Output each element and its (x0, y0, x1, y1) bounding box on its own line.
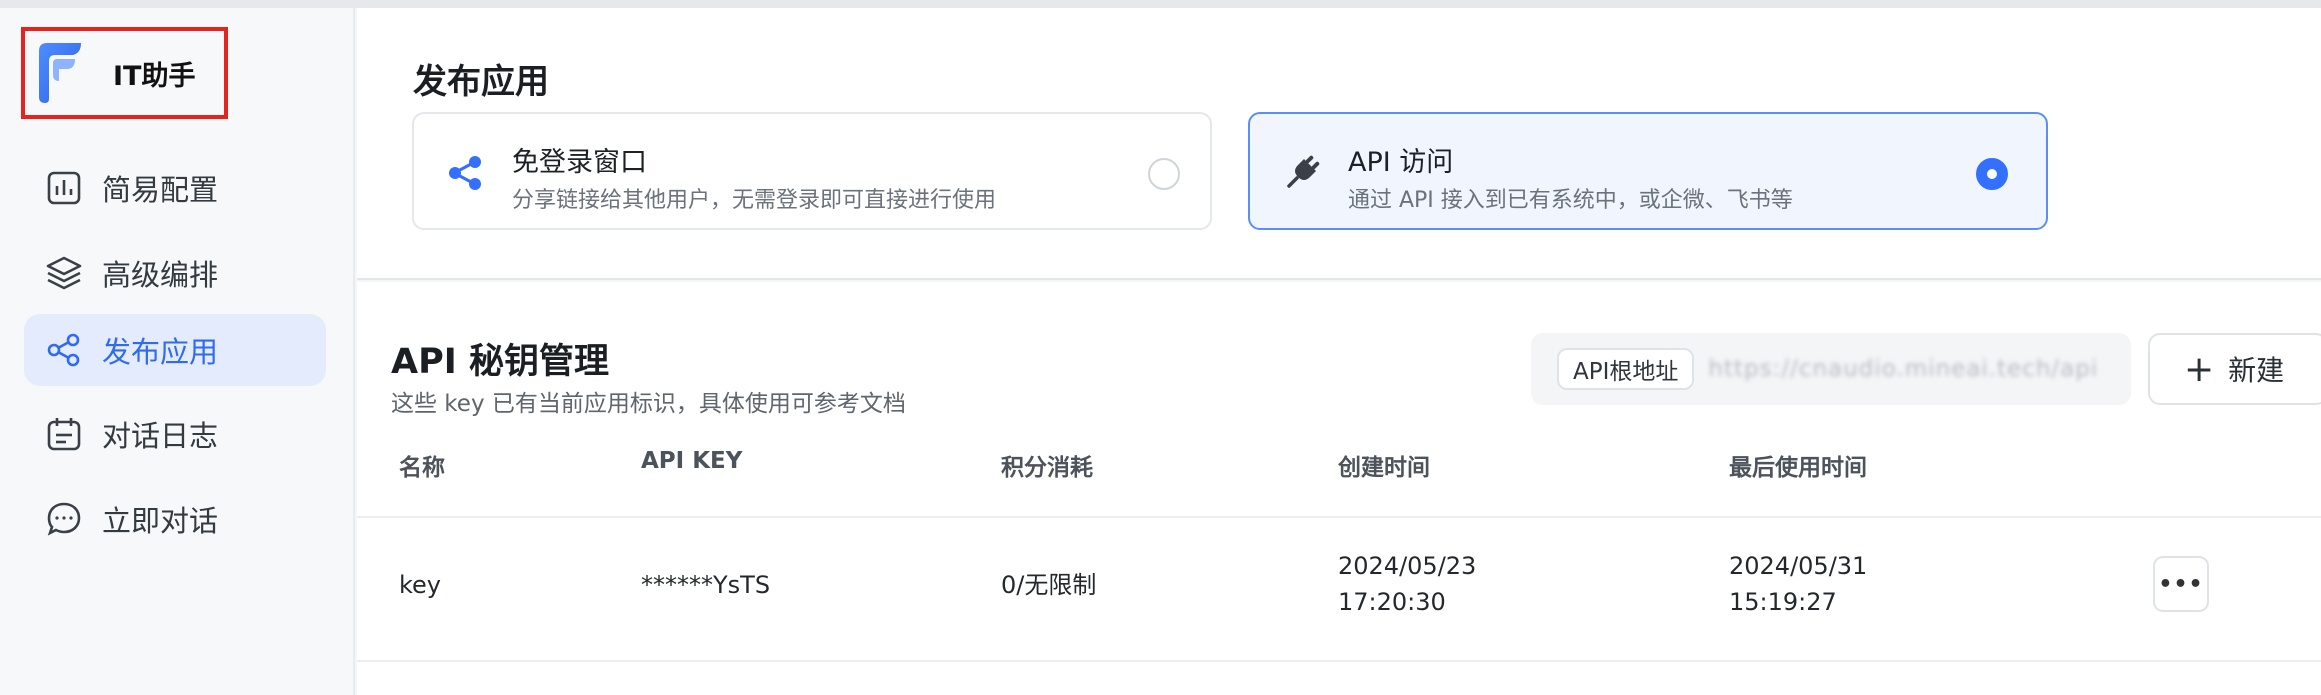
share-icon (444, 151, 488, 195)
top-border (0, 0, 2321, 8)
api-root-url[interactable]: https://cnaudio.mineai.tech/api (1708, 356, 2098, 382)
layers-icon (44, 253, 84, 293)
option-radio-selected[interactable] (1976, 158, 2008, 190)
option-description: 分享链接给其他用户，无需登录即可直接进行使用 (512, 188, 997, 213)
chat-bubble-icon (44, 499, 84, 539)
brand-name: IT助手 (113, 60, 196, 92)
publish-section: 发布应用 免登录窗口 分享链接给其他用户，无需登录即可直接进行使用 API 访问… (357, 8, 2321, 280)
column-header-api-key: API KEY (641, 448, 743, 474)
sidebar-item-advanced-orchestration[interactable]: 高级编排 (24, 237, 326, 309)
new-key-button[interactable]: + 新建 (2148, 333, 2321, 405)
cell-created-time: 17:20:30 (1338, 588, 1446, 616)
sidebar-item-label: 简易配置 (102, 173, 219, 207)
api-key-section: API 秘钥管理 这些 key 已有当前应用标识，具体使用可参考文档 API根地… (357, 282, 2321, 695)
option-radio[interactable] (1148, 158, 1180, 190)
api-root-label: API根地址 (1557, 348, 1695, 390)
sidebar-item-chat-now[interactable]: 立即对话 (24, 483, 326, 555)
sidebar-item-chat-logs[interactable]: 对话日志 (24, 398, 326, 470)
api-root-address: API根地址 https://cnaudio.mineai.tech/api (1531, 333, 2131, 405)
row-more-button[interactable]: ••• (2153, 556, 2209, 612)
api-key-subtitle: 这些 key 已有当前应用标识，具体使用可参考文档 (391, 391, 906, 417)
section-title: 发布应用 (413, 62, 549, 102)
table-divider (357, 516, 2321, 518)
table-divider (357, 660, 2321, 662)
cell-last-used-time: 15:19:27 (1729, 588, 1837, 616)
api-key-title: API 秘钥管理 (391, 342, 609, 382)
cell-usage: 0/无限制 (1001, 571, 1097, 599)
brand-logo-icon (35, 41, 85, 105)
column-header-usage: 积分消耗 (1001, 455, 1093, 481)
cell-api-key: ******YsTS (641, 571, 771, 599)
option-description: 通过 API 接入到已有系统中，或企微、飞书等 (1348, 188, 1793, 213)
option-title: 免登录窗口 (512, 147, 647, 178)
sidebar-item-label: 立即对话 (102, 504, 219, 538)
sidebar-item-simple-config[interactable]: 简易配置 (24, 152, 326, 224)
column-header-last-used: 最后使用时间 (1729, 455, 1867, 481)
sidebar-item-label: 对话日志 (102, 419, 219, 453)
cell-name: key (399, 571, 442, 599)
cell-last-used-date: 2024/05/31 (1729, 552, 1868, 580)
sidebar-item-label: 发布应用 (102, 335, 219, 369)
brand-header[interactable]: IT助手 (21, 27, 228, 119)
app-window: IT助手 简易配置 高级编排 发布应用 对话日志 立即对话 发布应用 免登录窗口… (0, 0, 2321, 695)
option-title: API 访问 (1348, 147, 1454, 178)
calendar-log-icon (44, 414, 84, 454)
sidebar: IT助手 简易配置 高级编排 发布应用 对话日志 立即对话 (0, 8, 355, 695)
column-header-created: 创建时间 (1338, 455, 1430, 481)
column-header-name: 名称 (399, 455, 445, 481)
bar-chart-icon (44, 168, 84, 208)
plug-icon (1280, 151, 1324, 195)
new-key-label: 新建 (2228, 354, 2285, 387)
sidebar-item-publish-app[interactable]: 发布应用 (24, 314, 326, 386)
cell-created-date: 2024/05/23 (1338, 552, 1477, 580)
plus-icon: + (2184, 348, 2215, 390)
option-card-no-login-window[interactable]: 免登录窗口 分享链接给其他用户，无需登录即可直接进行使用 (412, 112, 1212, 230)
share-icon (44, 330, 84, 370)
sidebar-item-label: 高级编排 (102, 258, 219, 292)
option-card-api-access[interactable]: API 访问 通过 API 接入到已有系统中，或企微、飞书等 (1248, 112, 2048, 230)
main-content: 发布应用 免登录窗口 分享链接给其他用户，无需登录即可直接进行使用 API 访问… (357, 8, 2321, 695)
